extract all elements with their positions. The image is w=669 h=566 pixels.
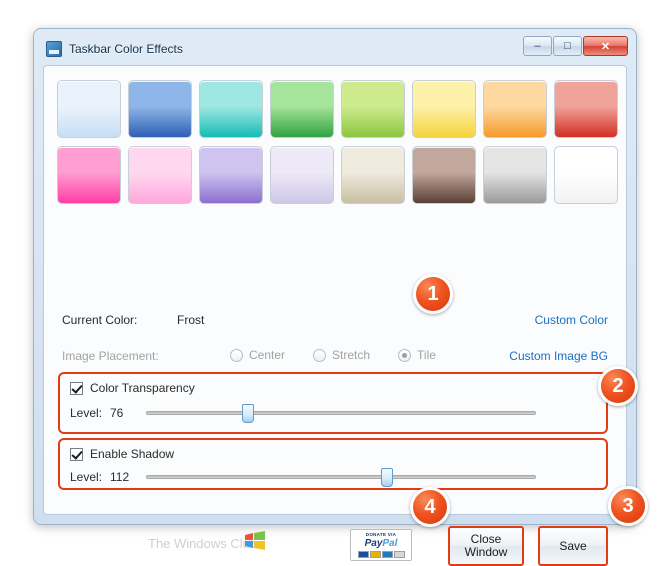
image-placement-label: Image Placement: (62, 349, 159, 363)
color-transparency-level-label: Level: (70, 406, 103, 420)
color-swatch-sand[interactable] (341, 146, 405, 204)
image-placement-option-stretch[interactable]: Stretch (313, 348, 370, 362)
window-title: Taskbar Color Effects (69, 42, 183, 56)
color-swatch-light-pink[interactable] (128, 146, 192, 204)
color-swatch-lavender[interactable] (270, 146, 334, 204)
enable-shadow-slider[interactable] (146, 468, 536, 487)
image-placement-option-tile[interactable]: Tile (398, 348, 436, 362)
enable-shadow-slider-thumb[interactable] (381, 468, 394, 487)
enable-shadow-group: Enable Shadow Level: 112 (58, 438, 608, 490)
close-button[interactable]: ✕ (583, 36, 628, 56)
save-button[interactable]: Save (538, 526, 608, 566)
color-swatch-teal[interactable] (199, 80, 263, 138)
color-swatch-yellow[interactable] (412, 80, 476, 138)
color-swatch-white[interactable] (554, 146, 618, 204)
color-swatch-brown[interactable] (412, 146, 476, 204)
window-controls: – □ ✕ (522, 36, 628, 56)
custom-color-link[interactable]: Custom Color (535, 313, 608, 327)
color-swatch-gray[interactable] (483, 146, 547, 204)
paypal-donate-caption: DONATE VIA (365, 532, 397, 537)
maximize-button[interactable]: □ (553, 36, 582, 56)
color-swatch-red[interactable] (554, 80, 618, 138)
color-swatch-purple[interactable] (199, 146, 263, 204)
color-transparency-group: Color Transparency Level: 76 (58, 372, 608, 434)
brand-text: The Windows Club (148, 536, 258, 551)
client-area: Current Color: Frost Custom Color Image … (43, 65, 627, 566)
annotation-badge-2: 2 (598, 366, 638, 406)
color-transparency-label: Color Transparency (90, 381, 195, 395)
radio-icon-tile[interactable] (398, 348, 412, 362)
color-swatch-green[interactable] (270, 80, 334, 138)
paypal-card-icons (351, 551, 411, 558)
radio-icon-center[interactable] (230, 348, 243, 362)
color-swatch-pink[interactable] (57, 146, 121, 204)
color-transparency-checkbox[interactable] (70, 381, 83, 395)
radio-icon-stretch[interactable] (313, 348, 327, 362)
image-placement-option-label: Stretch (332, 348, 371, 362)
custom-image-bg-link[interactable]: Custom Image BG (509, 349, 608, 363)
minimize-button[interactable]: – (523, 36, 552, 56)
enable-shadow-checkbox[interactable] (70, 447, 83, 461)
color-swatch-orange[interactable] (483, 80, 547, 138)
annotation-badge-1: 1 (413, 274, 453, 314)
close-window-button[interactable]: Close Window (448, 526, 524, 566)
color-transparency-slider-thumb[interactable] (241, 404, 254, 423)
amex-card-icon (381, 551, 393, 558)
windows-logo-icon (245, 531, 265, 550)
enable-shadow-checkbox-row[interactable]: Enable Shadow (70, 447, 174, 461)
application-window: Taskbar Color Effects – □ ✕ Current Colo… (33, 28, 637, 566)
paypal-word-pay: Pay (364, 538, 383, 549)
image-placement-option-center[interactable]: Center (230, 348, 285, 362)
enable-shadow-level-value: 112 (110, 470, 130, 484)
paypal-donate-button[interactable]: DONATE VIA PayPal (350, 529, 412, 561)
current-color-label: Current Color: (62, 313, 138, 327)
visa-card-icon (357, 551, 369, 558)
image-placement-option-label: Center (249, 348, 286, 362)
color-transparency-level-row: Level: 76 (70, 404, 536, 423)
image-placement-radio-group: Center Stretch Tile (230, 348, 464, 362)
color-transparency-level-value: 76 (110, 406, 124, 420)
enable-shadow-label: Enable Shadow (90, 447, 175, 461)
enable-shadow-level-label: Level: (70, 470, 103, 484)
mastercard-card-icon (369, 551, 381, 558)
taskbar-app-icon (46, 41, 62, 57)
annotation-badge-4: 4 (410, 487, 450, 527)
image-placement-option-label: Tile (417, 348, 436, 362)
current-color-value: Frost (177, 313, 205, 327)
color-transparency-checkbox-row[interactable]: Color Transparency (70, 381, 195, 395)
color-swatch-blue[interactable] (128, 80, 192, 138)
annotation-badge-3: 3 (608, 486, 648, 526)
color-swatch-frost[interactable] (57, 80, 121, 138)
discover-card-icon (393, 551, 405, 558)
color-swatch-lime[interactable] (341, 80, 405, 138)
color-transparency-slider[interactable] (146, 404, 536, 423)
paypal-word-pal: Pal (382, 538, 398, 549)
paypal-wordmark: PayPal (351, 538, 411, 549)
title-bar: Taskbar Color Effects – □ ✕ (40, 35, 630, 63)
enable-shadow-level-row: Level: 112 (70, 468, 536, 487)
color-swatch-grid (57, 80, 618, 204)
